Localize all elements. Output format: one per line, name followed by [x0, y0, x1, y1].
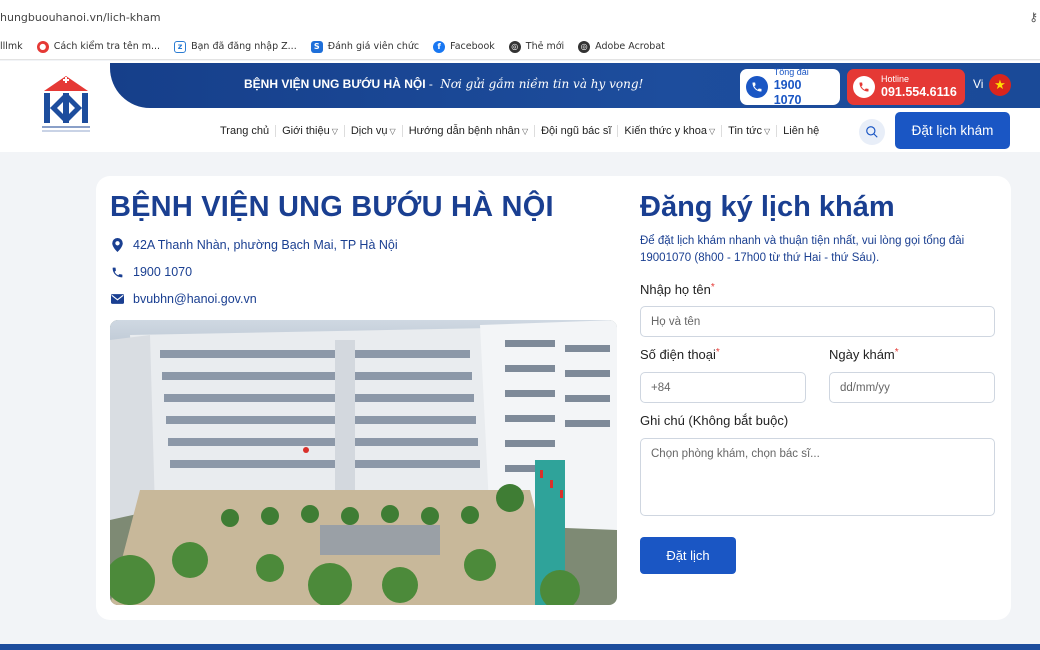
zalo-icon: z	[174, 40, 187, 53]
nav-item-news[interactable]: Tin tức ▽	[722, 125, 778, 137]
chevron-down-icon: ▽	[389, 126, 396, 136]
chevron-down-icon: ▽	[331, 126, 338, 136]
full-name-input[interactable]	[640, 306, 995, 337]
nav-label: Giới thiệu	[282, 125, 330, 137]
nav-label: Hướng dẫn bệnh nhân	[408, 125, 520, 137]
nav-item-patient-guide[interactable]: Hướng dẫn bệnh nhân ▽	[403, 125, 536, 137]
phone-icon	[746, 76, 768, 98]
address-url[interactable]: hungbuouhanoi.vn/lich-kham	[0, 11, 161, 24]
date-label: Ngày khám*	[829, 347, 899, 362]
search-icon	[866, 126, 878, 138]
key-icon[interactable]: ⚷	[1029, 10, 1038, 24]
hospital-name-heading: BỆNH VIỆN UNG BƯỚU HÀ NỘI	[110, 191, 554, 223]
nav-item-about[interactable]: Giới thiệu ▽	[276, 125, 345, 137]
tongdai-number: 1900 1070	[773, 77, 802, 107]
phone-text[interactable]: 1900 1070	[133, 265, 192, 279]
bookmark-item[interactable]: S Đánh giá viên chức	[310, 40, 420, 53]
nav-label: Tin tức	[728, 125, 763, 137]
hotline-label: Hotline	[881, 74, 910, 84]
nav-label: Đội ngũ bác sĩ	[541, 125, 612, 137]
phone-icon	[853, 76, 875, 98]
nav-item-contact[interactable]: Liên hệ	[777, 125, 825, 137]
hospital-logo[interactable]	[38, 73, 94, 135]
footer-band	[0, 644, 1040, 650]
header-tagline: BỆNH VIỆN UNG BƯỚU HÀ NỘI - Nơi gửi gắm …	[244, 77, 643, 91]
chevron-down-icon: ▽	[764, 126, 771, 136]
bookmark-label: lllmk	[0, 41, 23, 52]
chevron-down-icon: ▽	[521, 126, 529, 136]
form-title: Đăng ký lịch khám	[640, 191, 895, 223]
main-nav: Trang chủ Giới thiệu ▽ Dịch vụ ▽ Hướng dẫn…	[220, 125, 825, 137]
tongdai-button[interactable]: Tổng đài 1900 1070	[740, 66, 840, 107]
book-appointment-button[interactable]: Đặt lịch khám	[895, 112, 1010, 149]
bookmark-label: Bạn đã đăng nhập Z...	[191, 41, 297, 52]
name-label: Nhập họ tên*	[640, 282, 715, 297]
phone-input[interactable]	[640, 372, 806, 403]
bookmark-label: Facebook	[450, 41, 495, 52]
nav-label: Dịch vụ	[350, 125, 388, 137]
bookmark-item[interactable]: lllmk	[0, 41, 23, 52]
bookmark-label: Adobe Acrobat	[595, 41, 665, 52]
booking-card: BỆNH VIỆN UNG BƯỚU HÀ NỘI 42A Thanh Nhàn…	[96, 176, 1011, 620]
facebook-icon: f	[433, 40, 446, 53]
globe-icon: ◎	[578, 40, 591, 53]
date-input[interactable]	[829, 372, 995, 403]
required-mark: *	[715, 347, 720, 358]
tagline-slogan: Nơi gửi gắm niềm tin và hy vọng!	[440, 77, 644, 91]
globe-icon: ◎	[508, 40, 521, 53]
tagline-hospital-name: BỆNH VIỆN UNG BƯỚU HÀ NỘI	[244, 77, 426, 91]
note-label: Ghi chú (Không bắt buộc)	[640, 413, 789, 428]
tongdai-label: Tổng đài	[773, 66, 809, 77]
email-row: bvubhn@hanoi.gov.vn	[110, 292, 257, 306]
browser-address-bar[interactable]: hungbuouhanoi.vn/lich-kham ⚷	[0, 0, 1040, 34]
bookmark-item[interactable]: ◎ Thẻ mới	[508, 40, 565, 53]
phone-icon	[110, 266, 124, 279]
address-text: 42A Thanh Nhàn, phường Bạch Mai, TP Hà N…	[133, 238, 398, 252]
nav-item-doctors[interactable]: Đội ngũ bác sĩ	[535, 125, 619, 137]
nav-label: Liên hệ	[783, 125, 820, 137]
phone-label: Số điện thoại*	[640, 347, 720, 362]
nav-item-medical-knowledge[interactable]: Kiến thức y khoa ▽	[618, 125, 723, 137]
submit-booking-button[interactable]: Đặt lịch	[640, 537, 736, 574]
vietnam-flag-icon[interactable]: ★	[989, 74, 1011, 96]
phone-label-text: Số điện thoại	[640, 347, 716, 362]
site-header: BỆNH VIỆN UNG BƯỚU HÀ NỘI - Nơi gửi gắm …	[0, 61, 1040, 152]
hotline-number: 091.554.6116	[881, 85, 957, 99]
bookmarks-bar: lllmk ● Cách kiểm tra tên m... z Bạn đã đă…	[0, 34, 1040, 60]
address-row: 42A Thanh Nhàn, phường Bạch Mai, TP Hà N…	[110, 238, 398, 252]
note-textarea[interactable]	[640, 438, 995, 516]
bookmark-item[interactable]: f Facebook	[433, 40, 495, 53]
tagline-separator: -	[428, 77, 433, 91]
mail-icon	[110, 294, 124, 304]
circle-red-icon: ●	[36, 40, 49, 53]
bookmark-label: Thẻ mới	[525, 41, 565, 52]
form-description: Để đặt lịch khám nhanh và thuận tiện nhấ…	[640, 235, 965, 264]
chevron-down-icon: ▽	[709, 126, 716, 136]
document-icon: S	[310, 40, 323, 53]
phone-row: 1900 1070	[110, 265, 192, 279]
search-button[interactable]	[859, 119, 885, 145]
nav-item-home[interactable]: Trang chủ	[220, 125, 277, 137]
header-band: BỆNH VIỆN UNG BƯỚU HÀ NỘI - Nơi gửi gắm …	[110, 63, 1040, 108]
bookmark-item[interactable]: ● Cách kiểm tra tên m...	[36, 40, 161, 53]
hotline-button[interactable]: Hotline 091.554.6116	[847, 69, 965, 105]
nav-label: Trang chủ	[220, 125, 270, 137]
bookmark-item[interactable]: z Bạn đã đăng nhập Z...	[174, 40, 297, 53]
required-mark: *	[710, 282, 715, 293]
nav-label: Kiến thức y khoa	[624, 125, 707, 137]
email-text[interactable]: bvubhn@hanoi.gov.vn	[133, 292, 257, 306]
bookmark-label: Cách kiểm tra tên m...	[53, 41, 161, 52]
name-label-text: Nhập họ tên	[640, 282, 711, 297]
map-pin-icon	[110, 238, 124, 252]
required-mark: *	[894, 347, 899, 358]
bookmark-item[interactable]: ◎ Adobe Acrobat	[578, 40, 665, 53]
bookmark-label: Đánh giá viên chức	[327, 41, 420, 52]
nav-item-services[interactable]: Dịch vụ ▽	[345, 125, 403, 137]
hospital-photo	[110, 320, 617, 605]
language-label[interactable]: Vi	[973, 77, 983, 91]
date-label-text: Ngày khám	[829, 347, 895, 362]
